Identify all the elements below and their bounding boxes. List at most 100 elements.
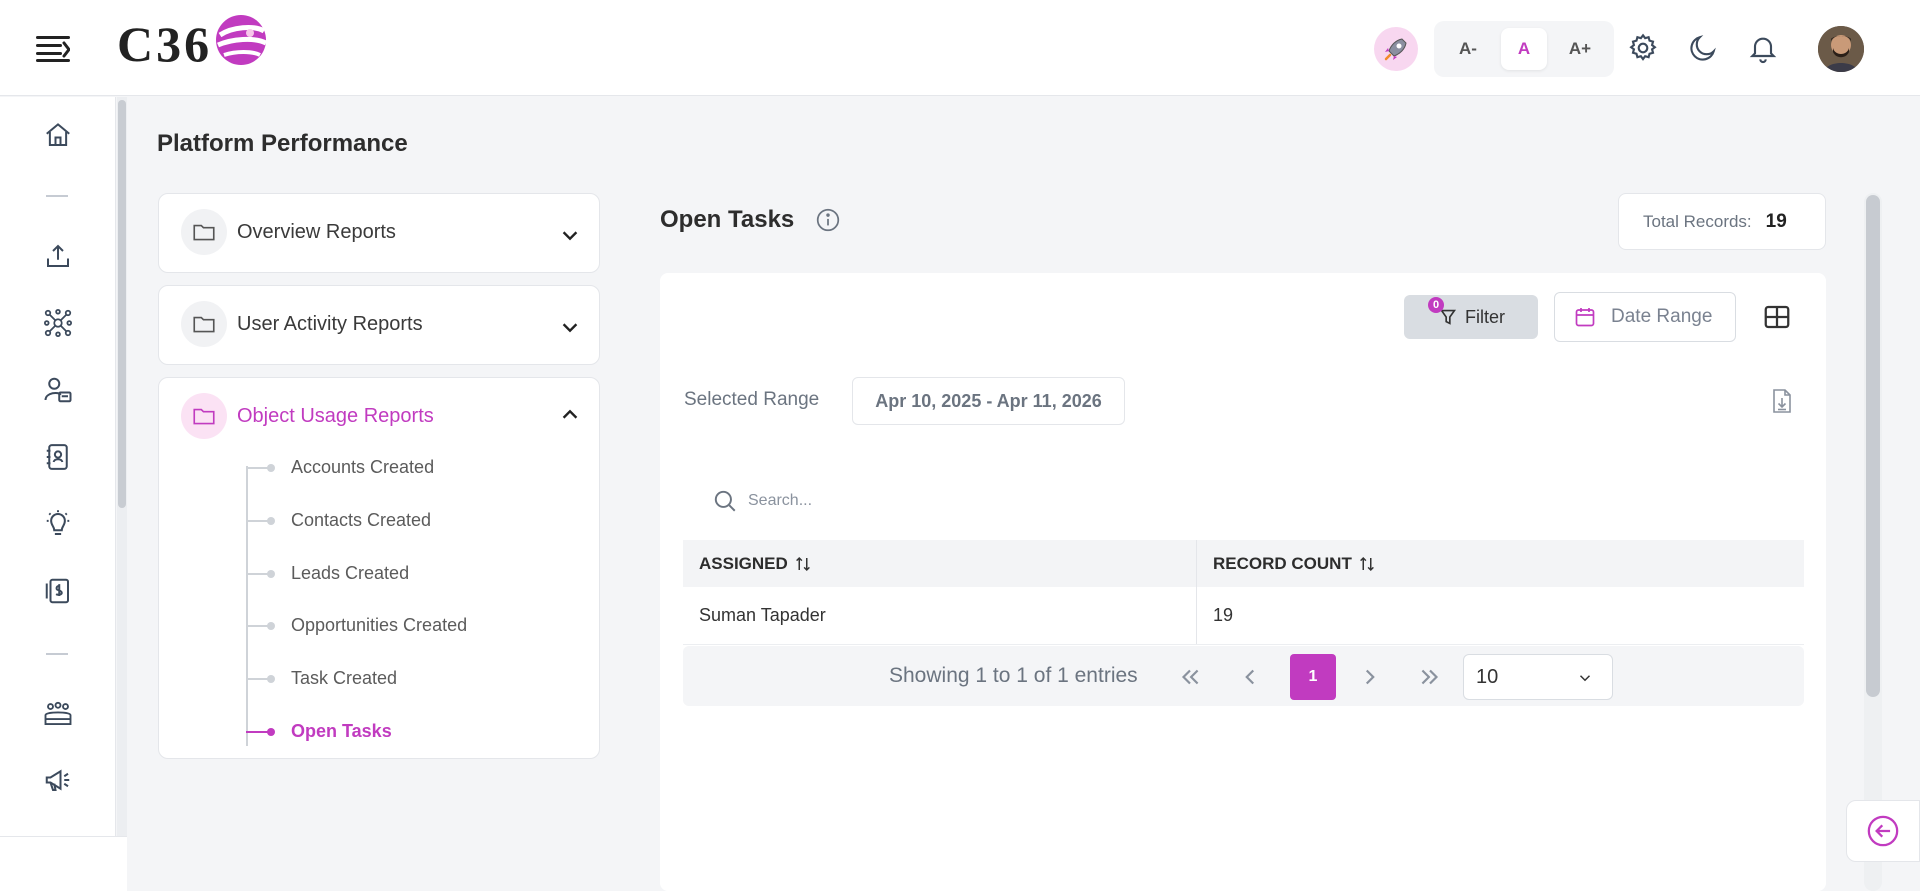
gear-icon — [1629, 33, 1657, 61]
column-layout-icon[interactable] — [1762, 302, 1792, 332]
export-file-icon[interactable] — [1770, 388, 1794, 414]
page-size-select[interactable]: 10 — [1463, 654, 1613, 700]
report-title: Open Tasks — [660, 206, 795, 233]
page-size-value: 10 — [1476, 665, 1499, 688]
object-usage-reports-accordion[interactable]: Object Usage Reports Accounts Created Co… — [158, 377, 600, 759]
bell-icon — [1749, 37, 1777, 63]
collapse-panel-button[interactable] — [1846, 800, 1920, 862]
info-icon[interactable] — [815, 207, 841, 233]
pagination-summary: Showing 1 to 1 of 1 entries — [889, 664, 1138, 687]
table-header: ASSIGNED RECORD COUNT — [683, 540, 1804, 587]
search-icon — [714, 490, 736, 512]
top-bar: C36 A- A A+ — [0, 0, 1920, 96]
page-title: Platform Performance — [157, 130, 408, 157]
font-size-group: A- A A+ — [1434, 21, 1614, 77]
nav-campaigns[interactable] — [40, 762, 76, 798]
tree-dot — [267, 570, 275, 578]
date-range-button[interactable]: Date Range — [1554, 292, 1736, 342]
pagination-bar: Showing 1 to 1 of 1 entries 1 10 — [683, 646, 1804, 706]
report-item-opportunities-created[interactable]: Opportunities Created — [291, 615, 467, 636]
total-records-value: 19 — [1765, 210, 1787, 232]
font-normal-button[interactable]: A — [1501, 28, 1547, 70]
accordion-header[interactable]: Object Usage Reports — [181, 393, 434, 439]
user-photo-icon — [1818, 26, 1864, 72]
nav-footer — [0, 836, 127, 891]
chevron-down-icon — [1579, 675, 1591, 682]
folder-icon-wrap — [181, 301, 227, 347]
font-decrease-button[interactable]: A- — [1445, 28, 1491, 70]
chevron-down-icon[interactable] — [559, 224, 581, 246]
nav-network[interactable] — [40, 305, 76, 341]
notifications-button[interactable] — [1745, 30, 1781, 66]
report-item-task-created[interactable]: Task Created — [291, 668, 397, 689]
accordion-title: Overview Reports — [237, 220, 396, 243]
total-records-label: Total Records: — [1643, 211, 1752, 231]
nav-upload[interactable] — [40, 238, 76, 274]
menu-toggle-icon[interactable] — [36, 34, 70, 62]
nav-scrollbar-thumb[interactable] — [118, 100, 126, 508]
report-item-accounts-created[interactable]: Accounts Created — [291, 457, 434, 478]
app-logo[interactable]: C36 — [117, 14, 268, 74]
upload-icon — [47, 244, 69, 267]
sort-icon[interactable] — [794, 555, 812, 573]
search-input[interactable] — [748, 486, 1148, 516]
column-assigned[interactable]: ASSIGNED — [683, 540, 1197, 587]
logo-text: C36 — [117, 16, 213, 72]
font-increase-button[interactable]: A+ — [1557, 28, 1603, 70]
home-icon — [46, 123, 70, 146]
user-avatar[interactable] — [1818, 26, 1864, 72]
team-icon — [44, 701, 72, 725]
main-scrollbar-thumb[interactable] — [1866, 195, 1880, 697]
settings-button[interactable] — [1625, 30, 1661, 66]
table-row[interactable]: Suman Tapader 19 — [683, 587, 1804, 645]
nav-users[interactable] — [40, 372, 76, 408]
first-page-icon[interactable] — [1177, 664, 1203, 690]
dark-mode-toggle[interactable] — [1685, 30, 1721, 66]
nav-billing[interactable] — [40, 573, 76, 609]
column-header-label: ASSIGNED — [699, 553, 788, 573]
next-page-icon[interactable] — [1357, 664, 1383, 690]
report-item-contacts-created[interactable]: Contacts Created — [291, 510, 431, 531]
overview-reports-accordion[interactable]: Overview Reports — [158, 193, 600, 273]
accordion-title: User Activity Reports — [237, 312, 423, 335]
tree-dot — [267, 622, 275, 630]
accordion-header[interactable]: Overview Reports — [181, 209, 396, 255]
contact-book-icon — [46, 444, 68, 470]
tree-dot — [267, 675, 275, 683]
filter-count-badge: 0 — [1428, 297, 1444, 313]
user-card-icon — [44, 377, 72, 403]
report-item-open-tasks[interactable]: Open Tasks — [291, 721, 392, 742]
folder-icon-wrap — [181, 393, 227, 439]
user-activity-reports-accordion[interactable]: User Activity Reports — [158, 285, 600, 365]
accordion-title: Object Usage Reports — [237, 404, 434, 427]
sort-icon[interactable] — [1358, 555, 1376, 573]
column-record-count[interactable]: RECORD COUNT — [1197, 540, 1804, 587]
nav-home[interactable] — [40, 117, 76, 153]
megaphone-icon — [45, 769, 70, 791]
tree-line — [246, 466, 248, 746]
nav-divider — [46, 653, 68, 655]
chevron-down-icon[interactable] — [559, 316, 581, 338]
logo-globe-icon — [216, 15, 268, 65]
nav-contacts[interactable] — [40, 439, 76, 475]
filter-button[interactable]: Filter — [1404, 295, 1538, 339]
folder-icon-wrap — [181, 209, 227, 255]
filter-label: Filter — [1465, 306, 1505, 327]
selected-range-value: Apr 10, 2025 - Apr 11, 2026 — [852, 377, 1125, 425]
current-page-button[interactable]: 1 — [1290, 654, 1336, 700]
chevron-up-icon[interactable] — [559, 404, 581, 426]
column-header-label: RECORD COUNT — [1213, 553, 1352, 573]
nav-ideas[interactable] — [40, 506, 76, 542]
network-icon — [44, 309, 72, 337]
rocket-button[interactable] — [1374, 27, 1418, 71]
nav-teams[interactable] — [40, 696, 76, 732]
report-item-leads-created[interactable]: Leads Created — [291, 563, 409, 584]
accordion-header[interactable]: User Activity Reports — [181, 301, 423, 347]
previous-page-icon[interactable] — [1237, 664, 1263, 690]
last-page-icon[interactable] — [1417, 664, 1443, 690]
date-range-label: Date Range — [1611, 306, 1713, 327]
billing-icon — [45, 578, 69, 604]
cell-record-count: 19 — [1213, 605, 1234, 625]
nav-divider — [46, 195, 68, 197]
left-navigation — [0, 97, 116, 891]
